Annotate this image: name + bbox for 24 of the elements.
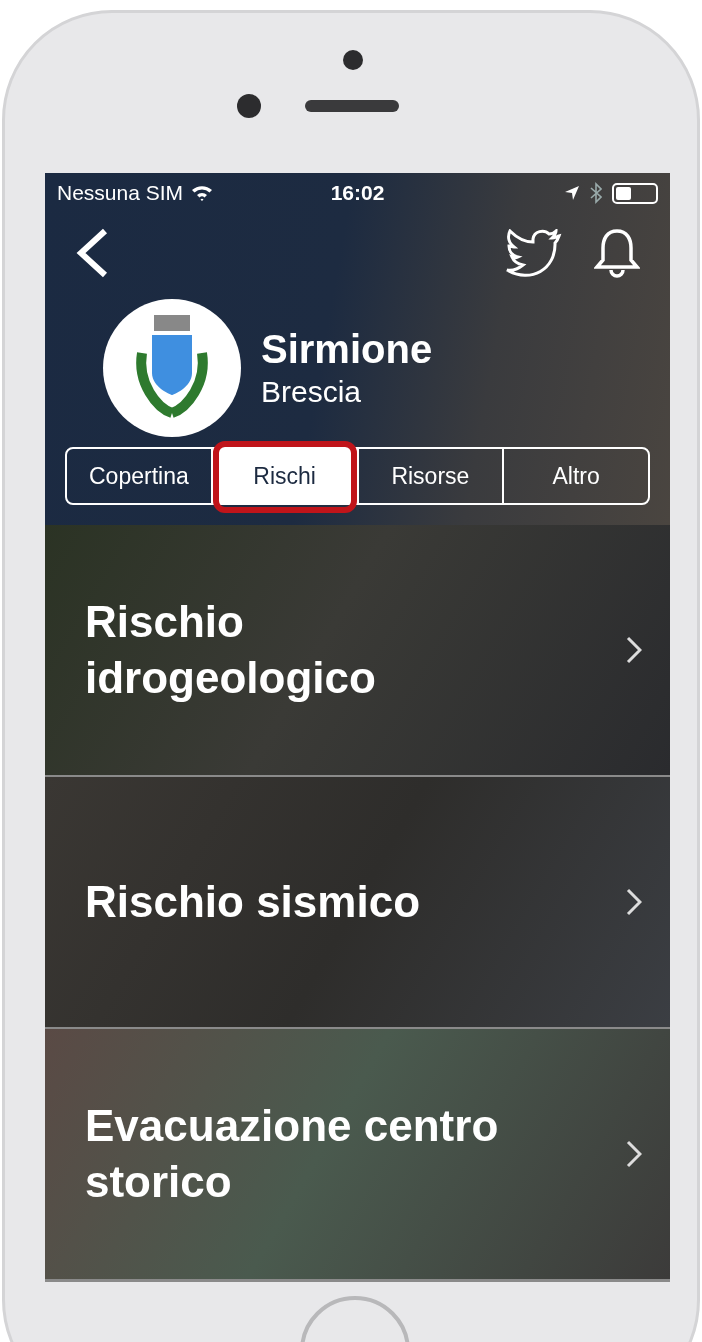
chevron-right-icon [626,888,642,916]
back-chevron-icon[interactable] [75,228,109,278]
card-title: Rischio sismico [85,876,421,928]
wifi-icon [191,185,214,201]
speaker-icon [305,100,399,112]
card-title: Evacuazione centro storico [85,1100,500,1208]
card-title: Rischio idrogeologico [85,596,377,704]
time-text: 16:02 [330,180,385,207]
chevron-right-icon [626,636,642,664]
segment-tab[interactable]: Altro [504,449,648,503]
location-arrow-icon [564,185,580,201]
town-title: Sirmione [261,326,433,373]
bird-icon[interactable] [506,229,562,277]
battery-icon [612,182,658,204]
carrier-text: Nessuna SIM [57,180,184,207]
risk-card[interactable]: Rischio idrogeologico [45,525,670,775]
bell-icon[interactable] [594,228,640,278]
segment-tab[interactable]: Copertina [67,449,211,503]
bluetooth-icon [590,182,602,204]
chevron-right-icon [626,1140,642,1168]
segment-tab[interactable]: Risorse [358,449,503,503]
province-subtitle: Brescia [261,374,363,410]
risk-card[interactable]: Evacuazione centro storico [45,1029,670,1279]
risk-card[interactable]: Rischio sismico [45,777,670,1027]
